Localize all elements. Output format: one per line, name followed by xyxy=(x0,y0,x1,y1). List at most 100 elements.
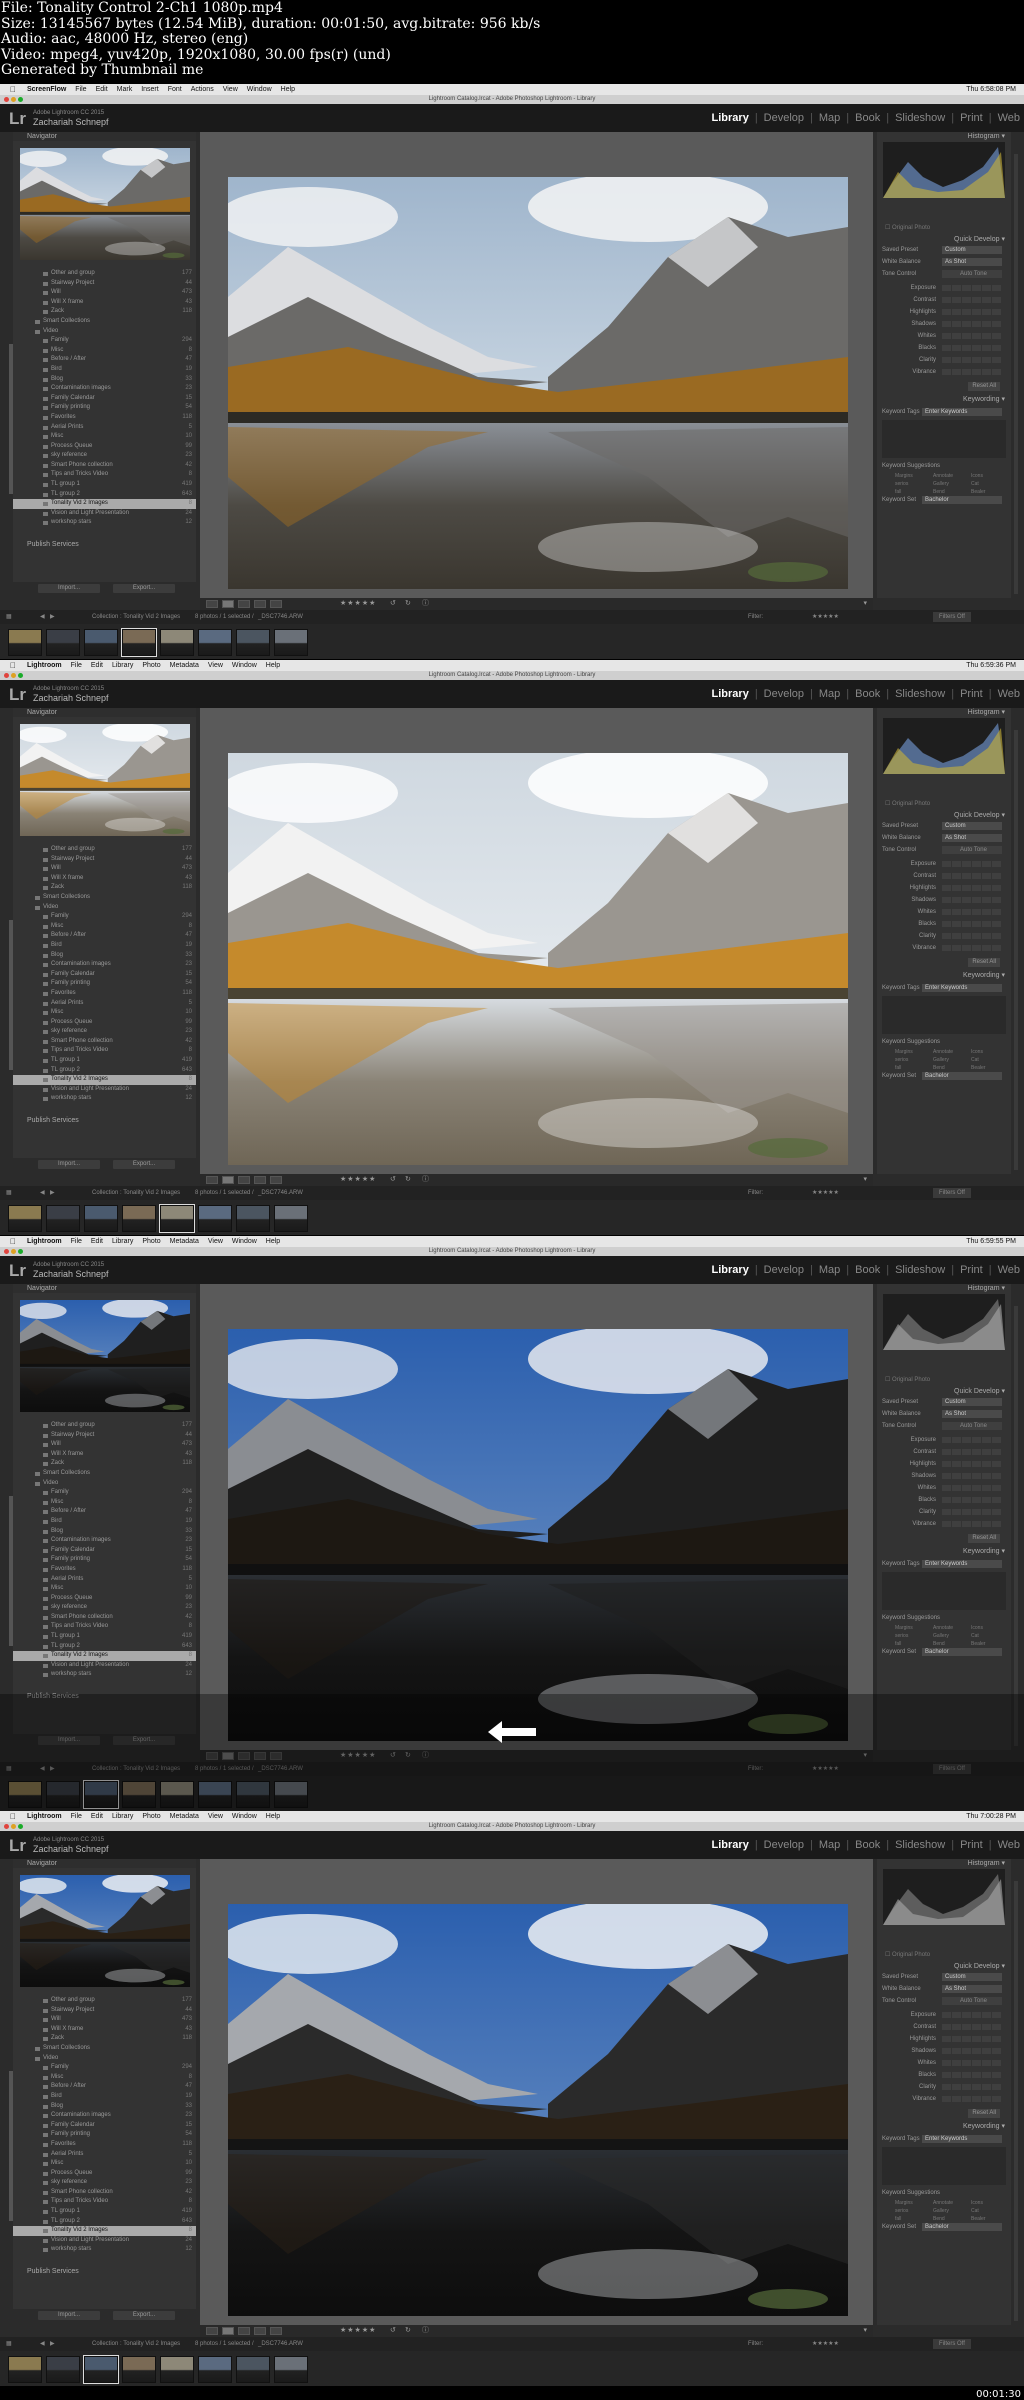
collection-item[interactable]: Stairway Project 44 xyxy=(13,2006,196,2016)
selected-filename[interactable]: _DSC7746.ARW xyxy=(258,2337,303,2351)
rotate-left-icon[interactable]: ↺ xyxy=(390,1174,396,1186)
tone-adjust-buttons[interactable] xyxy=(942,333,1002,339)
histogram-header[interactable]: Histogram ▾ xyxy=(877,1859,1011,1868)
menu-item[interactable]: View xyxy=(208,1236,223,1247)
keyword-suggestion[interactable]: Bealer xyxy=(971,2216,985,2222)
collection-item[interactable]: Misc 8 xyxy=(13,346,196,356)
original-photo-checkbox[interactable]: ☐ Original Photo xyxy=(885,1951,930,1958)
tone-adjust-buttons[interactable] xyxy=(942,2072,1002,2078)
collection-item[interactable]: Family 294 xyxy=(13,912,196,922)
tone-adjust-buttons[interactable] xyxy=(942,945,1002,951)
original-photo-checkbox[interactable]: ☐ Original Photo xyxy=(885,1376,930,1383)
tone-adjust-buttons[interactable] xyxy=(942,1473,1002,1479)
collection-item[interactable]: Favorites 118 xyxy=(13,989,196,999)
main-photo[interactable] xyxy=(218,172,848,589)
rotate-right-icon[interactable]: ↻ xyxy=(405,2325,411,2337)
collection-item[interactable]: Family Calendar 15 xyxy=(13,1546,196,1556)
collection-item[interactable]: Will 473 xyxy=(13,2015,196,2025)
module-map[interactable]: Map xyxy=(819,112,840,124)
tone-adjust-buttons[interactable] xyxy=(942,1449,1002,1455)
selected-filename[interactable]: _DSC7746.ARW xyxy=(258,1186,303,1200)
navigator-header[interactable]: Navigator xyxy=(13,132,196,141)
loupe-view-button[interactable] xyxy=(222,1176,234,1184)
filmstrip-thumbnail[interactable] xyxy=(236,2356,270,2383)
collection-item[interactable]: Bird 19 xyxy=(13,1517,196,1527)
menu-item[interactable]: Help xyxy=(266,1811,280,1822)
collection-item[interactable]: Smart Collections xyxy=(13,2044,196,2054)
collection-item[interactable]: Vision and Light Presentation 24 xyxy=(13,509,196,519)
survey-view-button[interactable] xyxy=(254,1176,266,1184)
collection-item[interactable]: Vision and Light Presentation 24 xyxy=(13,1085,196,1095)
collection-item[interactable]: workshop stars 12 xyxy=(13,1670,196,1680)
collection-item[interactable]: sky reference 23 xyxy=(13,1603,196,1613)
publish-services-header[interactable]: Publish Services xyxy=(13,539,196,551)
tone-adjust-buttons[interactable] xyxy=(942,297,1002,303)
tone-adjust-buttons[interactable] xyxy=(942,921,1002,927)
keyword-suggestion[interactable]: Icons xyxy=(971,473,983,479)
filmstrip-thumbnail[interactable] xyxy=(46,1205,80,1232)
collection-item[interactable]: Before / After 47 xyxy=(13,355,196,365)
collection-item[interactable]: Tonality Vid 2 Images 8 xyxy=(13,499,196,509)
filmstrip-thumbnail[interactable] xyxy=(236,629,270,656)
tone-adjust-buttons[interactable] xyxy=(942,2084,1002,2090)
rating-stars[interactable]: ★★★★★ xyxy=(340,2325,376,2337)
apple-icon[interactable]:  xyxy=(8,84,18,95)
collection-item[interactable]: Blog 33 xyxy=(13,1527,196,1537)
collection-item[interactable]: Zack 118 xyxy=(13,307,196,317)
keyword-set-select[interactable]: Bachelor xyxy=(922,1648,1002,1656)
tone-adjust-buttons[interactable] xyxy=(942,861,1002,867)
info-icon[interactable]: ⓘ xyxy=(422,2325,429,2337)
keyword-suggestion[interactable]: Gallery xyxy=(933,1057,949,1063)
keyword-tags-textarea[interactable] xyxy=(882,996,1006,1034)
people-view-button[interactable] xyxy=(270,2327,282,2335)
main-photo[interactable] xyxy=(218,748,848,1165)
tone-adjust-buttons[interactable] xyxy=(942,1461,1002,1467)
back-arrow-icon[interactable]: ◀ xyxy=(40,610,45,624)
keywording-header[interactable]: Keywording ▾ xyxy=(877,971,1011,980)
white-balance-select[interactable]: As Shot xyxy=(942,834,1002,842)
tone-adjust-buttons[interactable] xyxy=(942,873,1002,879)
collection-item[interactable]: Family Calendar 15 xyxy=(13,394,196,404)
keyword-suggestion[interactable]: Margins xyxy=(895,2200,913,2206)
collection-item[interactable]: Will 473 xyxy=(13,288,196,298)
minimize-window-button[interactable] xyxy=(11,1824,16,1829)
tone-adjust-buttons[interactable] xyxy=(942,1485,1002,1491)
keyword-suggestion[interactable]: Cat xyxy=(971,2208,979,2214)
module-web[interactable]: Web xyxy=(998,112,1020,124)
original-photo-checkbox[interactable]: ☐ Original Photo xyxy=(885,224,930,231)
keywording-header[interactable]: Keywording ▾ xyxy=(877,1547,1011,1556)
module-print[interactable]: Print xyxy=(960,112,983,124)
collection-item[interactable]: Misc 8 xyxy=(13,2073,196,2083)
tone-adjust-buttons[interactable] xyxy=(942,885,1002,891)
menubar-app-name[interactable]: Lightroom xyxy=(27,1236,62,1247)
grid-icon[interactable]: ▦ xyxy=(6,1186,12,1200)
menu-item[interactable]: File xyxy=(71,1811,82,1822)
collection-item[interactable]: TL group 2 643 xyxy=(13,1066,196,1076)
collection-item[interactable]: Will X frame 43 xyxy=(13,2025,196,2035)
right-panel-scrollbar[interactable] xyxy=(1014,1881,1018,2321)
filters-off-select[interactable]: Filters Off xyxy=(933,612,971,622)
grid-icon[interactable]: ▦ xyxy=(6,2337,12,2351)
white-balance-select[interactable]: As Shot xyxy=(942,258,1002,266)
saved-preset-select[interactable]: Custom xyxy=(942,1973,1002,1981)
module-print[interactable]: Print xyxy=(960,1264,983,1276)
reset-all-button[interactable]: Reset All xyxy=(968,382,1000,391)
collection-item[interactable]: Smart Collections xyxy=(13,893,196,903)
reset-all-button[interactable]: Reset All xyxy=(968,958,1000,967)
module-library[interactable]: Library xyxy=(712,688,749,700)
left-panel-scrollbar[interactable] xyxy=(9,2071,13,2221)
auto-tone-button[interactable]: Auto Tone xyxy=(942,270,1002,278)
collection-item[interactable]: Family 294 xyxy=(13,1488,196,1498)
navigator-preview[interactable] xyxy=(17,722,190,836)
loupe-view-button[interactable] xyxy=(222,600,234,608)
collection-item[interactable]: Before / After 47 xyxy=(13,2082,196,2092)
collection-item[interactable]: Will X frame 43 xyxy=(13,298,196,308)
collection-item[interactable]: Process Queue 99 xyxy=(13,1594,196,1604)
tone-adjust-buttons[interactable] xyxy=(942,2024,1002,2030)
collection-item[interactable]: Contamination images 23 xyxy=(13,2111,196,2121)
module-library[interactable]: Library xyxy=(712,1839,749,1851)
filmstrip-thumbnail[interactable] xyxy=(46,629,80,656)
module-book[interactable]: Book xyxy=(855,1264,880,1276)
keyword-suggestion[interactable]: Bend xyxy=(933,1065,945,1071)
keyword-suggestion[interactable]: Gallery xyxy=(933,2208,949,2214)
